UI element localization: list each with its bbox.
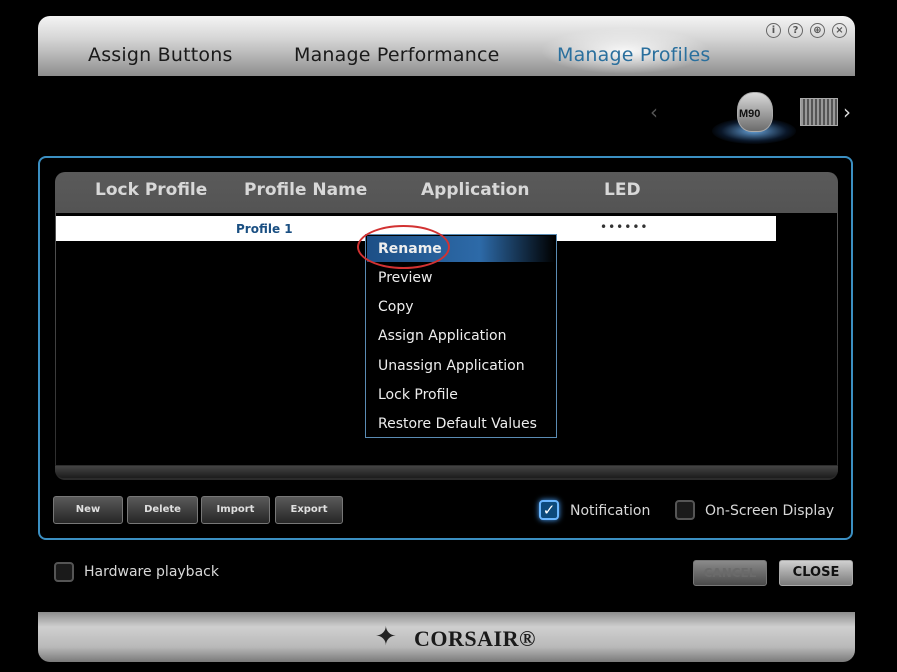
info-icon[interactable]: i: [766, 23, 781, 38]
tab-manage-profiles[interactable]: Manage Profiles: [557, 44, 711, 66]
led-color-cell[interactable]: ••••••: [600, 220, 648, 234]
menu-item-unassign-application[interactable]: Unassign Application: [378, 358, 525, 374]
new-profile-button[interactable]: New: [53, 496, 123, 524]
column-header-profile-name[interactable]: Profile Name: [244, 180, 367, 200]
on-screen-display-checkbox[interactable]: [675, 500, 695, 520]
next-device-arrow-icon[interactable]: ›: [843, 100, 851, 124]
globe-icon[interactable]: ⊕: [810, 23, 825, 38]
brand-logo: CORSAIR®: [414, 626, 536, 651]
hardware-playback-label: Hardware playback: [84, 564, 219, 580]
notification-label: Notification: [570, 503, 651, 519]
tab-manage-performance[interactable]: Manage Performance: [294, 44, 500, 66]
previous-device-arrow-icon[interactable]: ‹: [650, 100, 658, 124]
annotation-circle: [357, 225, 450, 269]
mouse-device-label: M90: [739, 108, 761, 120]
help-icon[interactable]: ?: [788, 23, 803, 38]
cancel-button[interactable]: CANCEL: [693, 560, 767, 586]
menu-item-copy[interactable]: Copy: [378, 299, 414, 315]
corsair-sails-logo-icon: ✦: [375, 622, 397, 652]
import-profile-button[interactable]: Import: [201, 496, 270, 524]
notification-checkbox[interactable]: ✓: [539, 500, 559, 520]
column-header-led[interactable]: LED: [604, 180, 641, 200]
profile-name-cell[interactable]: Profile 1: [236, 222, 293, 236]
close-icon[interactable]: ×: [832, 23, 847, 38]
export-profile-button[interactable]: Export: [275, 496, 343, 524]
on-screen-display-label: On-Screen Display: [705, 503, 835, 519]
menu-item-assign-application[interactable]: Assign Application: [378, 328, 507, 344]
menu-item-preview[interactable]: Preview: [378, 270, 433, 286]
hardware-playback-checkbox[interactable]: [54, 562, 74, 582]
menu-item-lock-profile[interactable]: Lock Profile: [378, 387, 458, 403]
profiles-table-scrollbar[interactable]: [55, 466, 838, 478]
delete-profile-button[interactable]: Delete: [127, 496, 198, 524]
close-button[interactable]: CLOSE: [779, 560, 853, 586]
column-header-application[interactable]: Application: [421, 180, 529, 200]
keyboard-device-icon[interactable]: [800, 98, 838, 126]
column-header-lock-profile[interactable]: Lock Profile: [95, 180, 207, 200]
tab-assign-buttons[interactable]: Assign Buttons: [88, 44, 233, 66]
menu-item-restore-default-values[interactable]: Restore Default Values: [378, 416, 537, 432]
